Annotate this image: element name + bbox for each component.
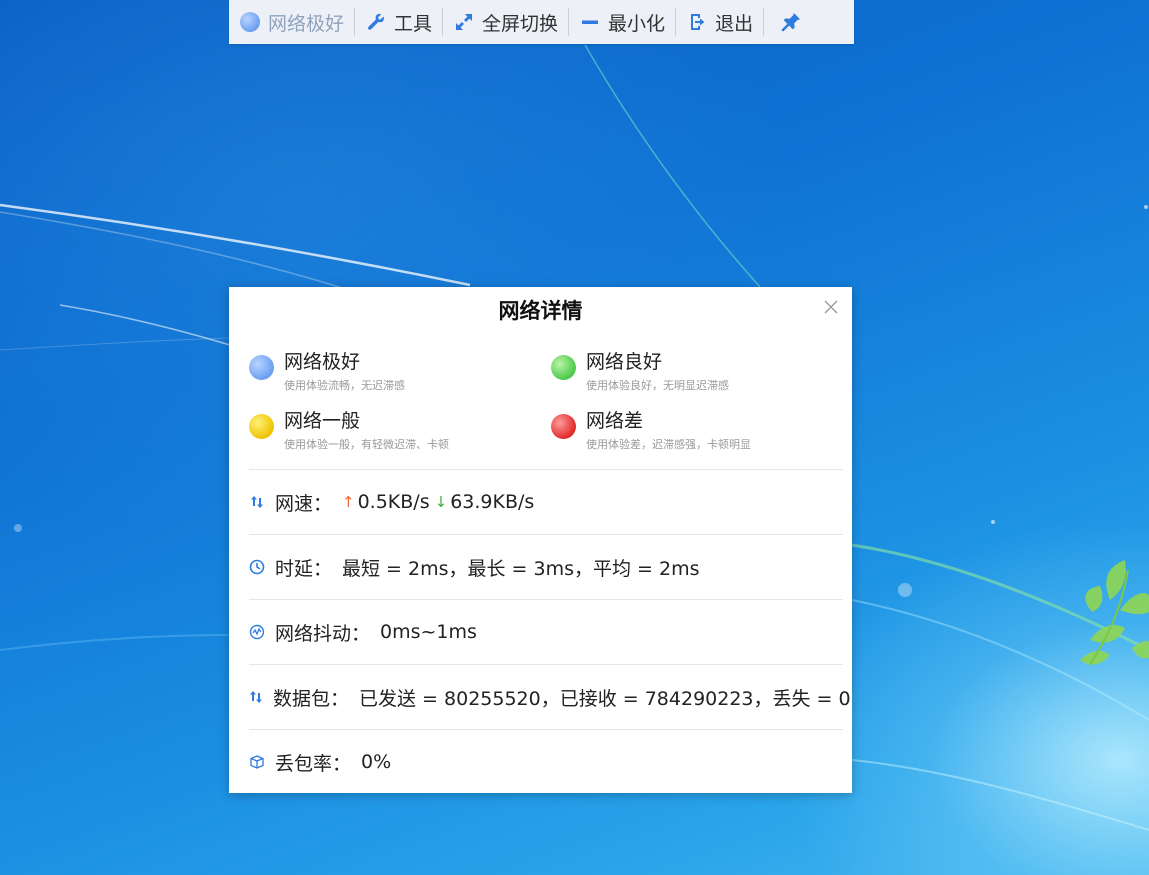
minus-icon [579, 11, 601, 33]
packet-loss-label: 丢包率： [275, 752, 352, 775]
download-speed: 63.9KB/s [450, 491, 535, 513]
close-icon[interactable] [821, 297, 841, 317]
latency-value: 最短 = 2ms，最长 = 3ms，平均 = 2ms [342, 557, 700, 580]
tools-label: 工具 [394, 12, 433, 35]
legend-name: 网络极好 [284, 351, 361, 373]
speed-label: 网速： [275, 492, 333, 515]
exit-label: 退出 [715, 12, 754, 35]
fullscreen-toggle-button[interactable]: 全屏切换 [443, 0, 568, 44]
transfer-arrows-icon [249, 689, 263, 705]
divider [249, 469, 843, 470]
latency-row: 时延： 最短 = 2ms，最长 = 3ms，平均 = 2ms [249, 552, 849, 582]
expand-arrows-icon [453, 11, 475, 33]
exit-icon [686, 11, 708, 33]
speed-row: 网速： ↑ 0.5KB/s ↓ 63.9KB/s [249, 487, 849, 517]
jitter-value: 0ms~1ms [380, 621, 477, 643]
remote-toolbar: 网络极好 工具 全屏切换 最小化 退出 [229, 0, 854, 44]
upload-arrow-icon: ↑ [342, 493, 355, 511]
legend-item-excellent: 网络极好 使用体验流畅，无迟滞感 [249, 349, 529, 399]
jitter-row: 网络抖动： 0ms~1ms [249, 617, 849, 647]
exit-button[interactable]: 退出 [676, 0, 763, 44]
packets-label: 数据包： [273, 687, 350, 710]
legend-desc: 使用体验流畅，无迟滞感 [284, 379, 405, 392]
divider [249, 729, 843, 730]
minimize-button[interactable]: 最小化 [569, 0, 675, 44]
package-box-icon [249, 754, 265, 770]
network-details-dialog: 网络详情 网络极好 使用体验流畅，无迟滞感 网络良好 使用体验良好，无明显迟滞感… [229, 287, 852, 793]
packet-loss-value: 0% [361, 751, 392, 773]
download-arrow-icon: ↓ [434, 493, 448, 511]
packet-loss-row: 丢包率： 0% [249, 747, 849, 777]
divider [249, 664, 843, 665]
legend-desc: 使用体验差，迟滞感强，卡顿明显 [586, 438, 751, 451]
legend-name: 网络良好 [586, 351, 663, 373]
clock-icon [249, 559, 265, 575]
transfer-arrows-icon [249, 494, 265, 510]
tools-button[interactable]: 工具 [355, 0, 442, 44]
latency-label: 时延： [275, 557, 333, 580]
network-status-label: 网络极好 [268, 12, 345, 35]
network-status-dot-icon [239, 11, 261, 33]
green-dot-icon [551, 355, 576, 380]
minimize-label: 最小化 [608, 12, 666, 35]
blue-dot-icon [249, 355, 274, 380]
pin-button[interactable] [764, 0, 818, 44]
legend-name: 网络差 [586, 410, 644, 432]
fullscreen-label: 全屏切换 [482, 12, 559, 35]
yellow-dot-icon [249, 414, 274, 439]
upload-speed: 0.5KB/s [357, 491, 430, 513]
network-quality-legend: 网络极好 使用体验流畅，无迟滞感 网络良好 使用体验良好，无明显迟滞感 网络一般… [249, 349, 839, 469]
network-status-button[interactable]: 网络极好 [229, 0, 354, 44]
wrench-icon [365, 11, 387, 33]
pin-icon [780, 11, 802, 33]
dialog-title: 网络详情 [498, 299, 583, 323]
divider [249, 599, 843, 600]
red-dot-icon [551, 414, 576, 439]
legend-name: 网络一般 [284, 410, 361, 432]
legend-item-poor: 网络差 使用体验差，迟滞感强，卡顿明显 [551, 408, 831, 458]
legend-item-fair: 网络一般 使用体验一般，有轻微迟滞、卡顿 [249, 408, 529, 458]
packets-row: 数据包： 已发送 = 80255520，已接收 = 784290223，丢失 =… [249, 682, 851, 712]
divider [249, 534, 843, 535]
legend-desc: 使用体验良好，无明显迟滞感 [586, 379, 729, 392]
legend-item-good: 网络良好 使用体验良好，无明显迟滞感 [551, 349, 831, 399]
jitter-gauge-icon [249, 624, 265, 640]
packets-value: 已发送 = 80255520，已接收 = 784290223，丢失 = 0 [359, 687, 851, 710]
jitter-label: 网络抖动： [275, 622, 371, 645]
legend-desc: 使用体验一般，有轻微迟滞、卡顿 [284, 438, 449, 451]
